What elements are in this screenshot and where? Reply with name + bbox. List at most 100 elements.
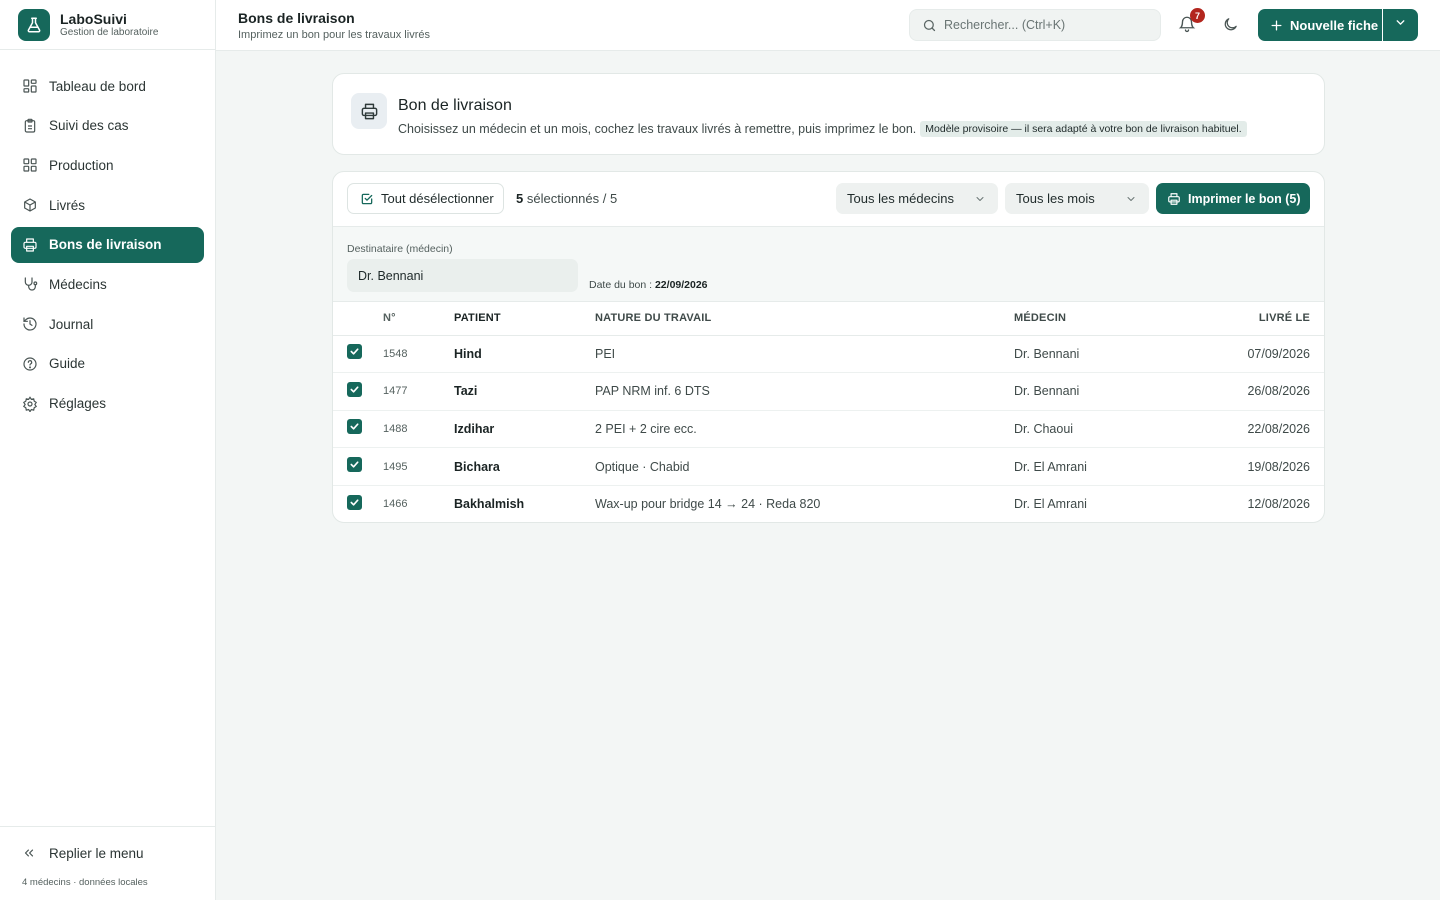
- sidebar-item-label: Bons de livraison: [49, 237, 162, 253]
- sidebar-item-guide[interactable]: Guide: [11, 346, 204, 382]
- flask-logo-icon: [18, 8, 50, 41]
- cell-number: 1466: [383, 498, 408, 511]
- clipboard-icon: [22, 118, 38, 134]
- grid-icon: [22, 78, 38, 94]
- table-row: 1488 Izdihar 2 PEI + 2 cire ecc. Dr. Cha…: [333, 410, 1324, 449]
- row-checkbox[interactable]: [347, 419, 362, 435]
- sidebar-item-label: Livrés: [49, 197, 86, 213]
- sidebar-item-reglages[interactable]: Réglages: [11, 386, 204, 422]
- cell-patient: Bichara: [454, 447, 595, 486]
- print-button[interactable]: Imprimer le bon (5): [1156, 183, 1310, 214]
- brand: LaboSuivi Gestion de laboratoire: [0, 0, 215, 50]
- search-input[interactable]: Rechercher... (Ctrl+K): [909, 9, 1161, 41]
- sidebar-item-label: Journal: [49, 316, 94, 332]
- toolbar: Tout désélectionner 5 sélectionnés / 5 T…: [333, 172, 1324, 226]
- cell-doctor: Dr. Chaoui: [1014, 410, 1174, 449]
- selection-count: 5 sélectionnés / 5: [516, 191, 617, 206]
- table-row: 1477 Tazi PAP NRM inf. 6 DTS Dr. Bennani…: [333, 372, 1324, 411]
- new-record-button[interactable]: Nouvelle fiche: [1258, 9, 1382, 41]
- page-title: Bons de livraison: [238, 10, 355, 26]
- cell-nature: Wax-up pour bridge 14 → 24 · Reda 820: [595, 497, 821, 512]
- search-icon: [922, 18, 937, 33]
- topbar: Bons de livraison Imprimez un bon pour l…: [216, 0, 1440, 51]
- plus-icon: [1270, 19, 1283, 32]
- row-checkbox[interactable]: [347, 344, 362, 360]
- cell-nature: PAP NRM inf. 6 DTS: [595, 372, 1014, 411]
- sidebar-footnote: 4 médecins · données locales: [22, 877, 148, 888]
- delivery-date-value: 22/09/2026: [654, 279, 708, 291]
- print-button-label: Imprimer le bon (5): [1188, 191, 1301, 206]
- chevron-down-icon: [1125, 193, 1137, 205]
- check-icon: [350, 499, 359, 506]
- doctor-filter-select[interactable]: Tous les médecins: [836, 183, 998, 214]
- sidebar-footer: Replier le menu 4 médecins · données loc…: [0, 826, 215, 900]
- row-checkbox[interactable]: [347, 381, 362, 397]
- table-row: 1548 Hind PEI Dr. Bennani 07/09/2026: [333, 335, 1324, 374]
- moon-icon[interactable]: [1222, 16, 1240, 34]
- sidebar-item-journal[interactable]: Journal: [11, 306, 204, 342]
- sidebar-item-bons-de-livraison[interactable]: Bons de livraison: [11, 226, 204, 263]
- deselect-all-button[interactable]: Tout désélectionner: [347, 183, 504, 214]
- table-header-row: N° PATIENT NATURE DU TRAVAIL MÉDECIN LIV…: [333, 302, 1324, 336]
- row-checkbox[interactable]: [347, 457, 362, 473]
- sidebar: LaboSuivi Gestion de laboratoire Tableau…: [0, 0, 216, 900]
- cell-nature: 2 PEI + 2 cire ecc.: [595, 410, 1014, 449]
- intro-title: Bon de livraison: [398, 97, 512, 114]
- sidebar-item-label: Suivi des cas: [49, 118, 129, 134]
- cell-doctor: Dr. El Amrani: [1014, 447, 1174, 486]
- printer-icon: [351, 93, 387, 129]
- cell-delivered: 19/08/2026: [1174, 447, 1324, 486]
- sidebar-item-tableau-de-bord[interactable]: Tableau de bord: [11, 68, 204, 104]
- check-icon: [350, 386, 359, 393]
- header-doctor: MÉDECIN: [1014, 302, 1174, 336]
- cell-patient: Izdihar: [454, 410, 595, 449]
- cell-number: 1488: [383, 410, 454, 449]
- template-note: Modèle provisoire — il sera adapté à vot…: [920, 121, 1247, 137]
- check-icon: [350, 348, 359, 355]
- stethoscope-icon: [22, 276, 38, 292]
- notification-badge: 7: [1190, 8, 1205, 23]
- new-record-menu-button[interactable]: [1383, 9, 1418, 41]
- doctor-filter-value: Tous les médecins: [847, 191, 954, 206]
- sidebar-item-suivi-des-cas[interactable]: Suivi des cas: [11, 108, 204, 144]
- collapse-menu-button[interactable]: Replier le menu: [0, 843, 215, 863]
- selection-count-suffix: sélectionnés / 5: [526, 191, 618, 206]
- cell-patient: Hind: [454, 335, 595, 374]
- intro-description: Choisissez un médecin et un mois, cochez…: [398, 121, 1247, 137]
- header-nature: NATURE DU TRAVAIL: [595, 302, 1014, 336]
- printer-icon: [22, 237, 38, 253]
- brand-subtitle: Gestion de laboratoire: [60, 26, 159, 38]
- deselect-all-label: Tout désélectionner: [381, 191, 494, 206]
- table-row: 1466 Bakhalmish Wax-up pour bridge 14 → …: [333, 485, 1324, 522]
- month-filter-value: Tous les mois: [1016, 191, 1095, 206]
- help-circle-icon: [22, 356, 38, 372]
- sidebar-item-production[interactable]: Production: [11, 147, 204, 183]
- table-row: 1495 Bichara Optique · Chabid Dr. El Amr…: [333, 447, 1324, 486]
- sidebar-item-label: Médecins: [49, 276, 107, 292]
- history-icon: [22, 316, 38, 332]
- intro-description-text: Choisissez un médecin et un mois, cochez…: [398, 122, 917, 136]
- sidebar-nav: Tableau de bord Suivi des cas Production…: [0, 50, 215, 422]
- sidebar-item-medecins[interactable]: Médecins: [11, 266, 204, 302]
- header-number: N°: [383, 302, 454, 336]
- header-delivered: LIVRÉ LE: [1174, 302, 1324, 336]
- intro-card: Bon de livraison Choisissez un médecin e…: [332, 73, 1325, 155]
- page-subtitle: Imprimez un bon pour les travaux livrés: [238, 29, 430, 41]
- brand-title: LaboSuivi: [60, 10, 127, 27]
- sidebar-item-livres[interactable]: Livrés: [11, 187, 204, 223]
- recipient-input[interactable]: Dr. Bennani: [347, 259, 578, 292]
- cell-doctor: Dr. Bennani: [1014, 335, 1174, 374]
- month-filter-select[interactable]: Tous les mois: [1005, 183, 1149, 214]
- chevron-down-icon: [974, 193, 986, 205]
- sidebar-item-label: Guide: [49, 356, 86, 372]
- cell-nature: Optique · Chabid: [595, 447, 1014, 486]
- delivery-date: Date du bon : 22/09/2026: [589, 279, 708, 291]
- cell-delivered: 12/08/2026: [1247, 497, 1310, 512]
- check-icon: [350, 461, 359, 468]
- header-select: [333, 302, 383, 336]
- row-checkbox[interactable]: [347, 494, 362, 510]
- sidebar-item-label: Tableau de bord: [49, 78, 146, 94]
- cell-doctor: Dr. El Amrani: [1014, 497, 1087, 512]
- sidebar-item-label: Production: [49, 157, 114, 173]
- chevron-down-icon: [1394, 16, 1407, 34]
